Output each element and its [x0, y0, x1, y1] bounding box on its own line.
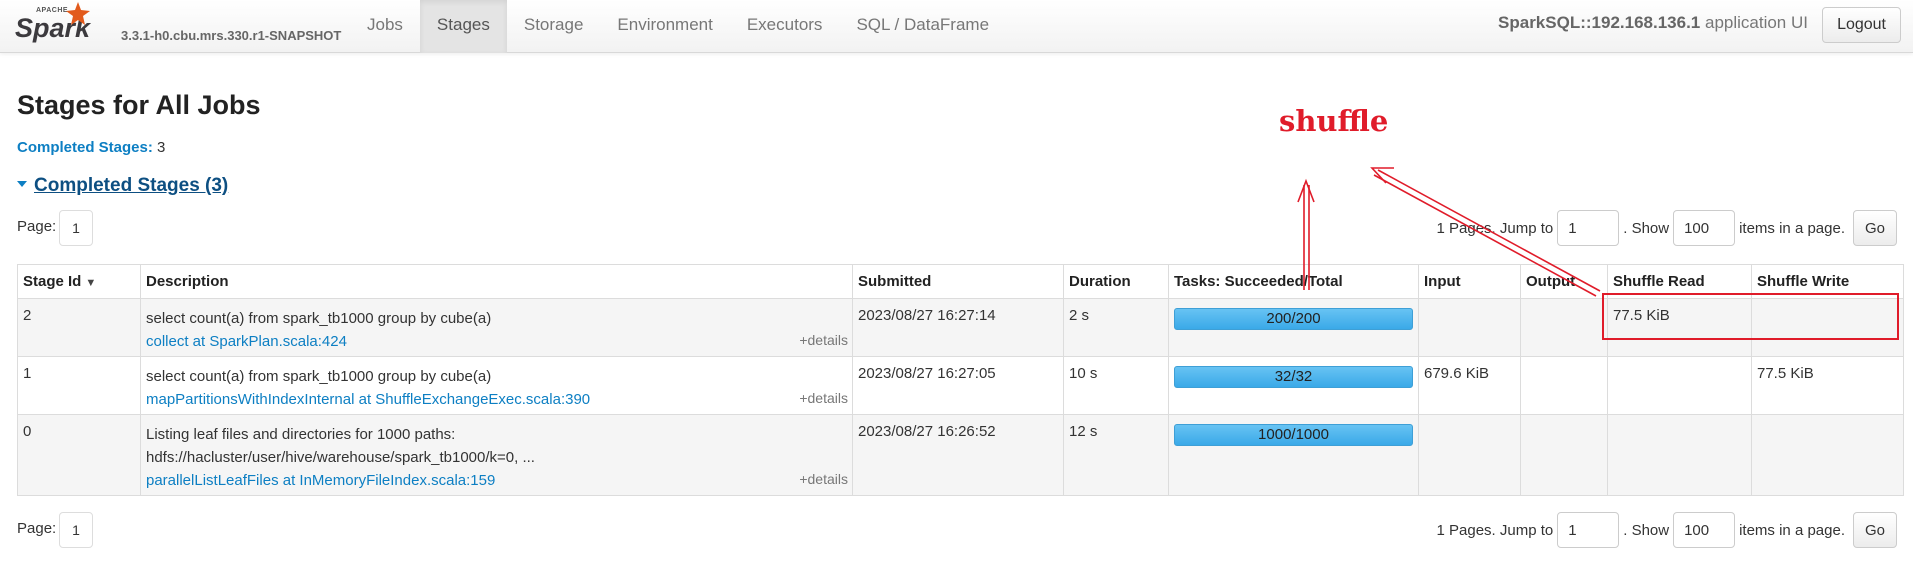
annotation-arrows [1297, 167, 1601, 297]
annotation-arrowhead-vertical [1297, 178, 1315, 203]
annotation-arrow-diagonal [1377, 169, 1601, 292]
